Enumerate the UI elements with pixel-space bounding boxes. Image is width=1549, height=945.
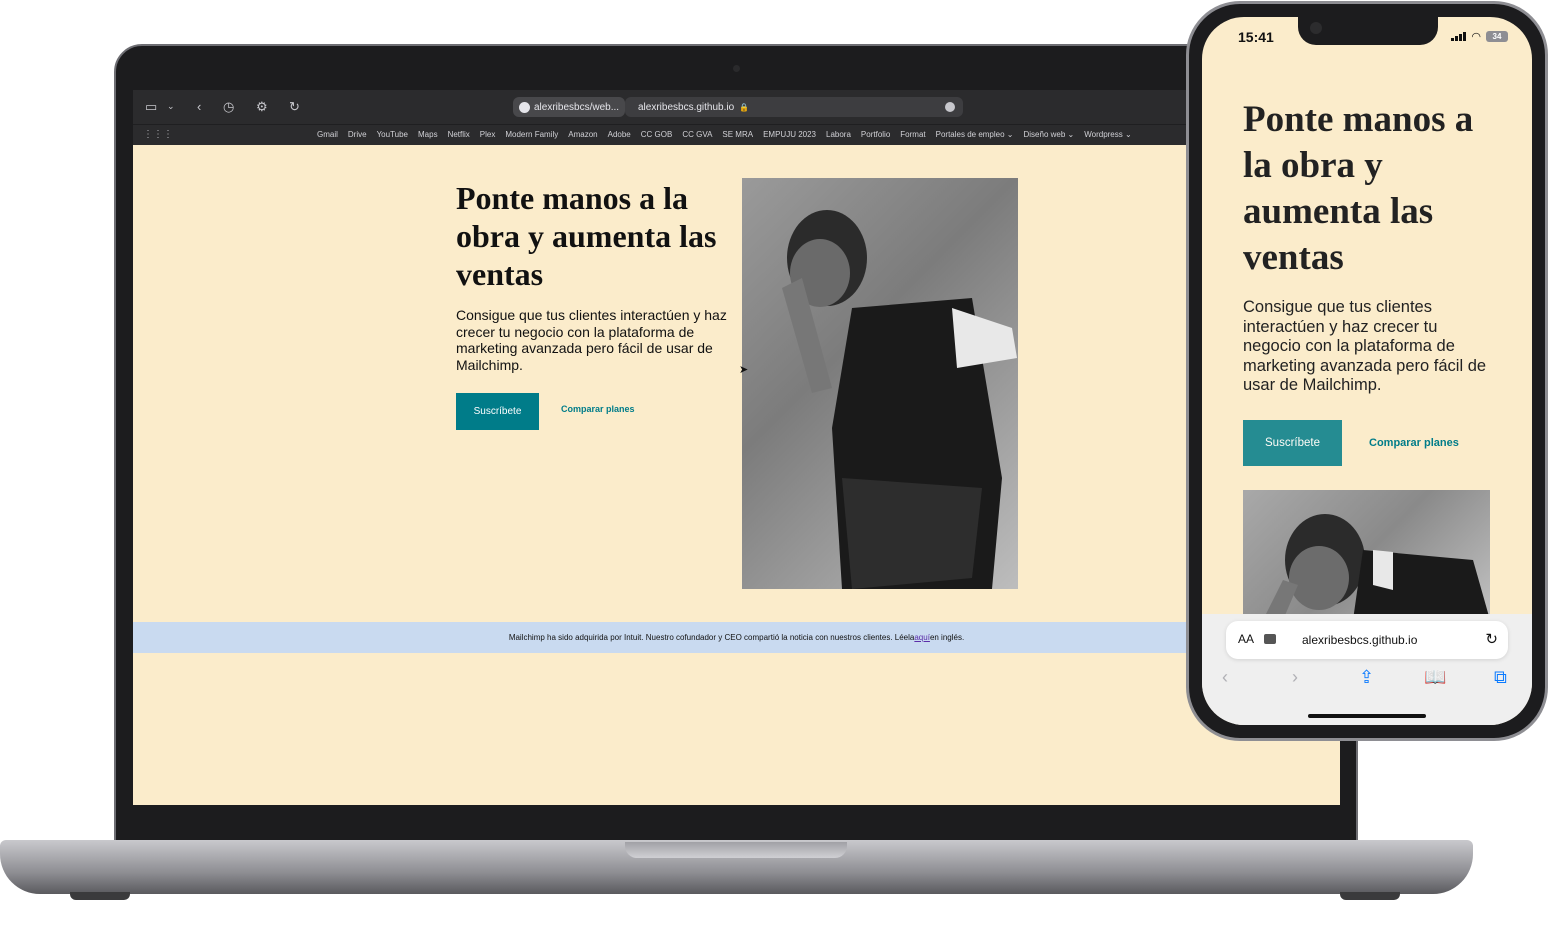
battery-icon: 34 [1486,31,1508,42]
apps-grid-icon[interactable]: ⋮⋮⋮ [143,129,173,140]
mouse-cursor-icon: ➤ [739,364,749,376]
extension-icon[interactable] [1264,634,1276,644]
laptop-foot [70,892,130,900]
sidebar-icon[interactable]: ▭ [145,99,157,115]
address-bar[interactable]: AA alexribesbcs.github.io ↻ [1226,621,1508,659]
subscribe-button[interactable]: Suscríbete [456,393,539,430]
bookmark-item[interactable]: Plex [480,130,496,139]
laptop-camera [733,65,740,72]
phone-screen: 15:41 ◠ 34 Ponte manos a la obra y aumen… [1202,17,1532,725]
bookmark-item[interactable]: Format [900,130,925,139]
compare-plans-link[interactable]: Comparar planes [1369,437,1459,449]
hero-title: Ponte manos a la obra y aumenta las vent… [456,180,717,292]
notice-text-end: en inglés. [929,633,965,642]
cellular-signal-icon [1451,32,1467,41]
back-arrow-icon[interactable]: ‹ [197,99,201,114]
bookmark-item[interactable]: EMPUJU 2023 [763,130,816,139]
address-bar[interactable]: alexribesbcs.github.io 🔒 [625,97,963,117]
bookmark-item[interactable]: Labora [826,130,851,139]
bookmark-item[interactable]: Portales de empleo ⌄ [936,130,1014,139]
bookmark-item[interactable]: Maps [418,130,438,139]
reload-icon[interactable]: ↻ [289,99,300,115]
gear-icon[interactable]: ⚙ [256,99,268,115]
text-size-button[interactable]: AA [1238,632,1254,646]
bookmarks-list: Gmail Drive YouTube Maps Netflix Plex Mo… [317,130,1132,139]
share-icon[interactable]: ⇪ [1359,667,1374,688]
address-bar-url: alexribesbcs.github.io [1302,633,1418,647]
history-icon[interactable]: ◷ [223,99,234,115]
bookmark-item[interactable]: CC GVA [682,130,712,139]
hero-title: Ponte manos a la obra y aumenta las vent… [1243,99,1474,278]
bookmark-item[interactable]: Adobe [608,130,631,139]
laptop-screen: ▭ ⌄ ‹ ◷ ⚙ ↻ alexribesbcs/web... alexribe… [133,90,1340,805]
front-camera [1310,22,1322,34]
lock-icon: 🔒 [739,102,750,112]
hero-subtitle: Consigue que tus clientes interactúen y … [1243,298,1487,394]
address-bar-url: alexribesbcs.github.io [638,101,735,113]
laptop-foot [1340,892,1400,900]
wifi-icon: ◠ [1471,31,1481,43]
bookmarks-bar: ⋮⋮⋮ Gmail Drive YouTube Maps Netflix Ple… [133,124,1340,145]
compare-plans-link[interactable]: Comparar planes [561,404,635,414]
forward-arrow-icon[interactable]: › [1292,667,1298,688]
bookmark-item[interactable]: Amazon [568,130,597,139]
notice-link[interactable]: aquí [914,633,930,642]
status-icons: ◠ 34 [1451,30,1508,43]
github-icon [519,101,530,113]
hero-subtitle: Consigue que tus clientes interactúen y … [456,307,727,373]
bookmark-item[interactable]: Portfolio [861,130,890,139]
bookmark-item[interactable]: YouTube [377,130,408,139]
person-silhouette [782,210,1017,589]
home-indicator [1308,714,1426,718]
hero-photo [742,178,1018,589]
bookmark-item[interactable]: Wordpress ⌄ [1084,130,1131,139]
bookmark-item[interactable]: Diseño web ⌄ [1023,130,1074,139]
bookmark-item[interactable]: Gmail [317,130,338,139]
safari-toolbar: ▭ ⌄ ‹ ◷ ⚙ ↻ alexribesbcs/web... alexribe… [133,90,1340,124]
web-page: Ponte manos a la obra y aumenta las vent… [133,145,1340,805]
bookmark-item[interactable]: Drive [348,130,367,139]
tabs-icon[interactable]: ⧉ [1494,667,1507,688]
bookmarks-icon[interactable]: 📖 [1424,667,1446,688]
person-silhouette [1263,514,1490,620]
bookmark-item[interactable]: Modern Family [505,130,558,139]
notice-text: Mailchimp ha sido adquirida por Intuit. … [508,633,915,642]
back-arrow-icon[interactable]: ‹ [1222,667,1228,688]
chevron-down-icon[interactable]: ⌄ [167,101,175,112]
laptop-opening-notch [625,842,847,858]
status-time: 15:41 [1238,29,1274,45]
subscribe-button[interactable]: Suscríbete [1243,420,1342,466]
tab-label: alexribesbcs/web... [534,101,620,113]
hero-photo [1243,490,1490,620]
bookmark-item[interactable]: Netflix [448,130,470,139]
more-icon[interactable] [945,102,955,112]
reload-icon[interactable]: ↻ [1485,630,1498,648]
bookmark-item[interactable]: SE MRA [722,130,753,139]
bookmark-item[interactable]: CC GOB [641,130,673,139]
acquisition-notice: Mailchimp ha sido adquirida por Intuit. … [133,622,1340,653]
tab-github[interactable]: alexribesbcs/web... [513,97,626,117]
